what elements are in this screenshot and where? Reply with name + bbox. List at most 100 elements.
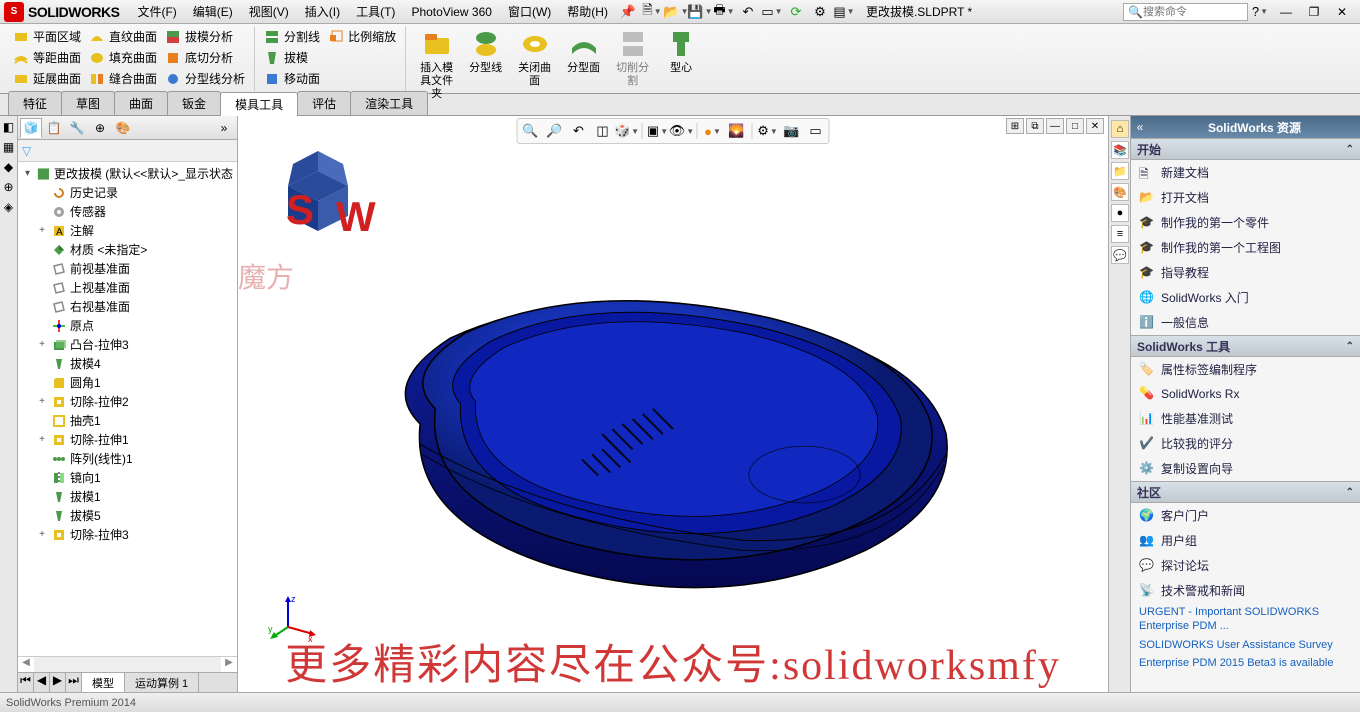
tree-item[interactable]: +切除-拉伸3 bbox=[20, 525, 235, 544]
tp-collapse[interactable]: « bbox=[1131, 116, 1149, 138]
tp-item[interactable]: 🎓指导教程 bbox=[1131, 260, 1360, 285]
tree-item[interactable]: 传感器 bbox=[20, 202, 235, 221]
tp-item[interactable]: 🌐SolidWorks 入门 bbox=[1131, 285, 1360, 310]
vp-minimize[interactable]: — bbox=[1046, 118, 1064, 134]
tp-item[interactable]: 📊性能基准测试 bbox=[1131, 406, 1360, 431]
tree-item[interactable]: 阵列(线性)1 bbox=[20, 449, 235, 468]
cmd-undercut-analysis[interactable]: 底切分析 bbox=[162, 47, 236, 68]
tab-sketch[interactable]: 草图 bbox=[61, 91, 115, 115]
cmd-ruled-surface[interactable]: 直纹曲面 bbox=[86, 26, 160, 47]
minimize-button[interactable]: — bbox=[1272, 2, 1300, 22]
tp-news-link[interactable]: Enterprise PDM 2015 Beta3 is available bbox=[1131, 654, 1360, 672]
tree-item[interactable]: 右视基准面 bbox=[20, 297, 235, 316]
tree-tab-display[interactable]: 🎨 bbox=[112, 118, 134, 138]
cmd-fill-surface[interactable]: 填充曲面 bbox=[86, 47, 160, 68]
menu-help[interactable]: 帮助(H) bbox=[559, 1, 616, 22]
tp-item[interactable]: ℹ️一般信息 bbox=[1131, 310, 1360, 335]
settings-icon[interactable]: ▤▼ bbox=[834, 2, 854, 22]
tree-tab-expand[interactable]: » bbox=[213, 118, 235, 138]
tree-item[interactable]: +切除-拉伸2 bbox=[20, 392, 235, 411]
command-search[interactable]: 🔍 bbox=[1123, 3, 1248, 21]
tp-item[interactable]: 🎓制作我的第一个工程图 bbox=[1131, 235, 1360, 260]
tp-item[interactable]: 💊SolidWorks Rx bbox=[1131, 382, 1360, 406]
select-icon[interactable]: ▭▼ bbox=[762, 2, 782, 22]
print-icon[interactable]: 🖶▼ bbox=[714, 2, 734, 22]
tp-news-link[interactable]: URGENT - Important SOLIDWORKS Enterprise… bbox=[1131, 603, 1360, 636]
tree-tab-dim[interactable]: ⊕ bbox=[89, 118, 111, 138]
cmd-extend-surface[interactable]: 延展曲面 bbox=[10, 68, 84, 89]
rail-icon-4[interactable]: ⊕ bbox=[3, 180, 13, 194]
tp-item[interactable]: 🗎新建文档 bbox=[1131, 160, 1360, 185]
tp-item[interactable]: 🌍客户门户 bbox=[1131, 503, 1360, 528]
rebuild-icon[interactable]: ⟳ bbox=[786, 2, 806, 22]
pin-icon[interactable]: 📌 bbox=[618, 2, 638, 22]
vp-close[interactable]: ✕ bbox=[1086, 118, 1104, 134]
cmd-parting-line-analysis[interactable]: 分型线分析 bbox=[162, 68, 248, 89]
tp-tab-design-lib[interactable]: 📚 bbox=[1111, 141, 1129, 159]
tab-scroll-last[interactable]: ⏭ bbox=[66, 673, 82, 692]
undo-icon[interactable]: ↶ bbox=[738, 2, 758, 22]
tree-item[interactable]: +凸台-拉伸3 bbox=[20, 335, 235, 354]
tree-item[interactable]: 圆角1 bbox=[20, 373, 235, 392]
tp-item[interactable]: 📡技术警戒和新闻 bbox=[1131, 578, 1360, 603]
save-icon[interactable]: 💾▼ bbox=[690, 2, 710, 22]
cmd-knit-surface[interactable]: 缝合曲面 bbox=[86, 68, 160, 89]
tab-features[interactable]: 特征 bbox=[8, 91, 62, 115]
3d-viewport[interactable]: 🔍 🔎 ↶ ◫ 🎲▼ ▣▼ 👁▼ ●▼ 🌄 ⚙▼ 📷 ▭ ⊞ ⧉ — □ ✕ bbox=[238, 116, 1108, 692]
menu-view[interactable]: 视图(V) bbox=[241, 1, 297, 22]
tp-tab-view-palette[interactable]: 🎨 bbox=[1111, 183, 1129, 201]
rail-icon-2[interactable]: ▦ bbox=[3, 140, 14, 154]
tab-scroll-first[interactable]: ⏮ bbox=[18, 673, 34, 692]
tp-section-head[interactable]: 社区⌃ bbox=[1131, 481, 1360, 503]
tree-item[interactable]: 上视基准面 bbox=[20, 278, 235, 297]
cmd-move-face[interactable]: 移动面 bbox=[261, 68, 323, 89]
tp-item[interactable]: 💬探讨论坛 bbox=[1131, 553, 1360, 578]
vp-link-icon[interactable]: ⧉ bbox=[1026, 118, 1044, 134]
menu-insert[interactable]: 插入(I) bbox=[297, 1, 348, 22]
tree-tab-property[interactable]: 📋 bbox=[43, 118, 65, 138]
tree-filter-bar[interactable]: ▽ bbox=[18, 140, 237, 162]
tree-item[interactable]: 拔模5 bbox=[20, 506, 235, 525]
cmd-planar-surface[interactable]: 平面区域 bbox=[10, 26, 84, 47]
tp-item[interactable]: 🏷️属性标签编制程序 bbox=[1131, 357, 1360, 382]
tp-item[interactable]: 👥用户组 bbox=[1131, 528, 1360, 553]
cmd-tooling-split[interactable]: 切削分 割 bbox=[608, 26, 657, 104]
vp-split-icon[interactable]: ⊞ bbox=[1006, 118, 1024, 134]
tab-model[interactable]: 模型 bbox=[82, 673, 125, 692]
tp-tab-appearances[interactable]: ● bbox=[1111, 204, 1129, 222]
tp-tab-forum[interactable]: 💬 bbox=[1111, 246, 1129, 264]
menu-tools[interactable]: 工具(T) bbox=[348, 1, 403, 22]
tab-motion-study[interactable]: 运动算例 1 bbox=[125, 673, 199, 692]
cmd-split-line[interactable]: 分割线 bbox=[261, 26, 323, 47]
tree-item[interactable]: 抽壳1 bbox=[20, 411, 235, 430]
tab-render-tools[interactable]: 渲染工具 bbox=[350, 91, 428, 115]
cmd-offset-surface[interactable]: 等距曲面 bbox=[10, 47, 84, 68]
restore-button[interactable]: ❐ bbox=[1300, 2, 1328, 22]
cmd-draft[interactable]: 拔模 bbox=[261, 47, 311, 68]
rail-icon-3[interactable]: ◆ bbox=[4, 160, 13, 174]
tp-item[interactable]: 📂打开文档 bbox=[1131, 185, 1360, 210]
tp-item[interactable]: 🎓制作我的第一个零件 bbox=[1131, 210, 1360, 235]
tp-tab-file-explorer[interactable]: 📁 bbox=[1111, 162, 1129, 180]
tp-section-head[interactable]: 开始⌃ bbox=[1131, 138, 1360, 160]
tree-item[interactable]: 拔模1 bbox=[20, 487, 235, 506]
tree-item[interactable]: 原点 bbox=[20, 316, 235, 335]
tab-mold-tools[interactable]: 模具工具 bbox=[220, 92, 298, 116]
tree-tab-feature[interactable]: 🧊 bbox=[20, 118, 42, 138]
hscroll-left[interactable]: ◀ bbox=[18, 657, 34, 672]
tree-item[interactable]: +切除-拉伸1 bbox=[20, 430, 235, 449]
cmd-draft-analysis[interactable]: 拔模分析 bbox=[162, 26, 236, 47]
search-input[interactable] bbox=[1143, 6, 1243, 18]
menu-file[interactable]: 文件(F) bbox=[129, 1, 184, 22]
close-button[interactable]: ✕ bbox=[1328, 2, 1356, 22]
hscroll-right[interactable]: ▶ bbox=[221, 657, 237, 672]
menu-window[interactable]: 窗口(W) bbox=[500, 1, 559, 22]
rail-icon-1[interactable]: ◧ bbox=[3, 120, 14, 134]
tree-item[interactable]: 镜向1 bbox=[20, 468, 235, 487]
tree-root[interactable]: ▾ 更改拔模 (默认<<默认>_显示状态 bbox=[20, 164, 235, 183]
view-triad[interactable]: z x y bbox=[268, 592, 318, 642]
tree-item[interactable]: 材质 <未指定> bbox=[20, 240, 235, 259]
tree-item[interactable]: 前视基准面 bbox=[20, 259, 235, 278]
tree-item[interactable]: +A注解 bbox=[20, 221, 235, 240]
options-icon[interactable]: ⚙ bbox=[810, 2, 830, 22]
